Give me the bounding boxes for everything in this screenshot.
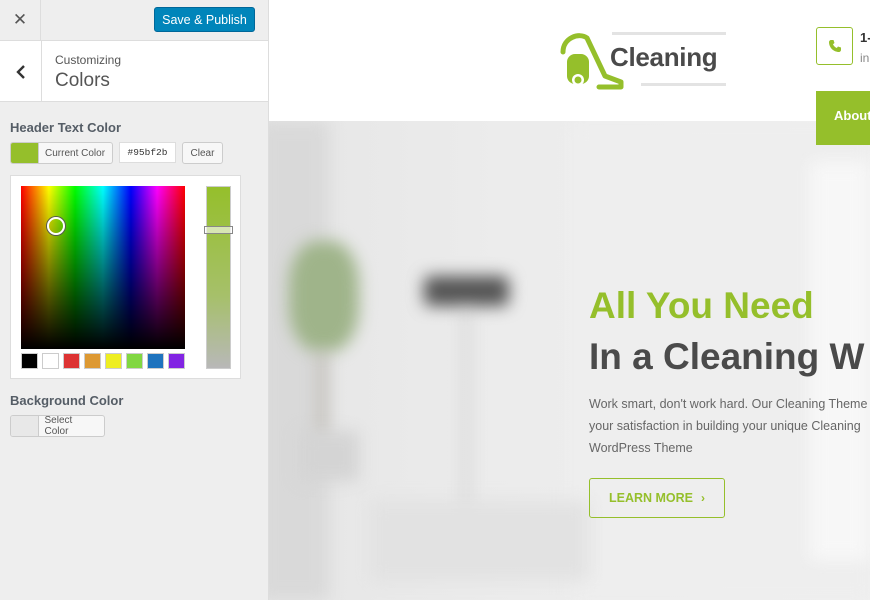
chevron-left-icon [15,64,25,79]
logo-top-line [612,32,726,35]
hero-bg-plant [289,241,359,351]
color-saturation-slider[interactable] [204,186,233,369]
phone-number: 1- [860,30,870,45]
phone-icon-box[interactable] [816,27,853,65]
hero-section: All You Need In a Cleaning W Work smart,… [269,121,870,600]
palette-swatch-purple[interactable] [168,353,185,369]
nav-item-about[interactable]: About [816,91,870,145]
hero-bg-lamp [424,276,509,306]
close-icon: ✕ [12,10,28,29]
customizer-header: ✕ Save & Publish [0,0,268,41]
palette-swatch-green[interactable] [126,353,143,369]
logo-text: Cleaning [610,42,718,72]
hero-title-line2: In a Cleaning W [589,336,865,377]
site-logo[interactable]: Cleaning [559,30,729,90]
palette-swatch-orange[interactable] [84,353,101,369]
clear-color-button[interactable]: Clear [182,142,223,164]
current-color-swatch [11,143,39,163]
phone-subtext: in [860,51,870,65]
current-color-label: Current Color [45,147,106,159]
site-header: Cleaning 1- in [269,0,870,121]
logo-bottom-line [641,83,726,86]
palette-swatch-black[interactable] [21,353,38,369]
color-gradient-square[interactable] [21,186,185,349]
breadcrumb: Customizing [55,53,122,67]
site-preview: Cleaning 1- in About All You Need In a C… [269,0,870,600]
phone-icon [828,40,841,52]
background-color-label: Background Color [10,393,124,408]
hero-bg-plant-stem [319,351,325,441]
chevron-right-icon: › [701,491,706,505]
background-color-swatch [11,416,39,436]
back-button[interactable] [0,41,42,102]
select-color-label: Select Color [44,415,73,437]
palette-swatch-white[interactable] [42,353,59,369]
background-color-button[interactable]: Select Color [10,415,105,437]
slider-handle[interactable] [204,226,233,234]
palette-swatch-red[interactable] [63,353,80,369]
section-title: Colors [55,70,110,91]
hero-title-line1: All You Need [589,285,814,326]
hero-bg-pot [299,431,359,481]
hex-color-input[interactable]: #95bf2b [119,142,176,163]
section-header: Customizing Colors [0,41,268,102]
close-customizer-button[interactable]: ✕ [0,0,41,40]
learn-more-label: LEARN MORE [608,491,694,505]
palette-swatch-yellow[interactable] [105,353,122,369]
header-text-color-label: Header Text Color [10,120,122,135]
color-picker-panel [10,175,241,379]
learn-more-button[interactable]: LEARN MORE › [589,478,725,518]
hero-bg-sofa [369,501,589,581]
customizer-sidebar: ✕ Save & Publish Customizing Colors Head… [0,0,269,600]
save-publish-button[interactable]: Save & Publish [154,7,255,32]
palette-swatch-blue[interactable] [147,353,164,369]
header-text-color-button[interactable]: Current Color [10,142,113,164]
color-picker-handle[interactable] [47,217,65,235]
hero-description: Work smart, don't work hard. Our Cleanin… [589,397,868,455]
